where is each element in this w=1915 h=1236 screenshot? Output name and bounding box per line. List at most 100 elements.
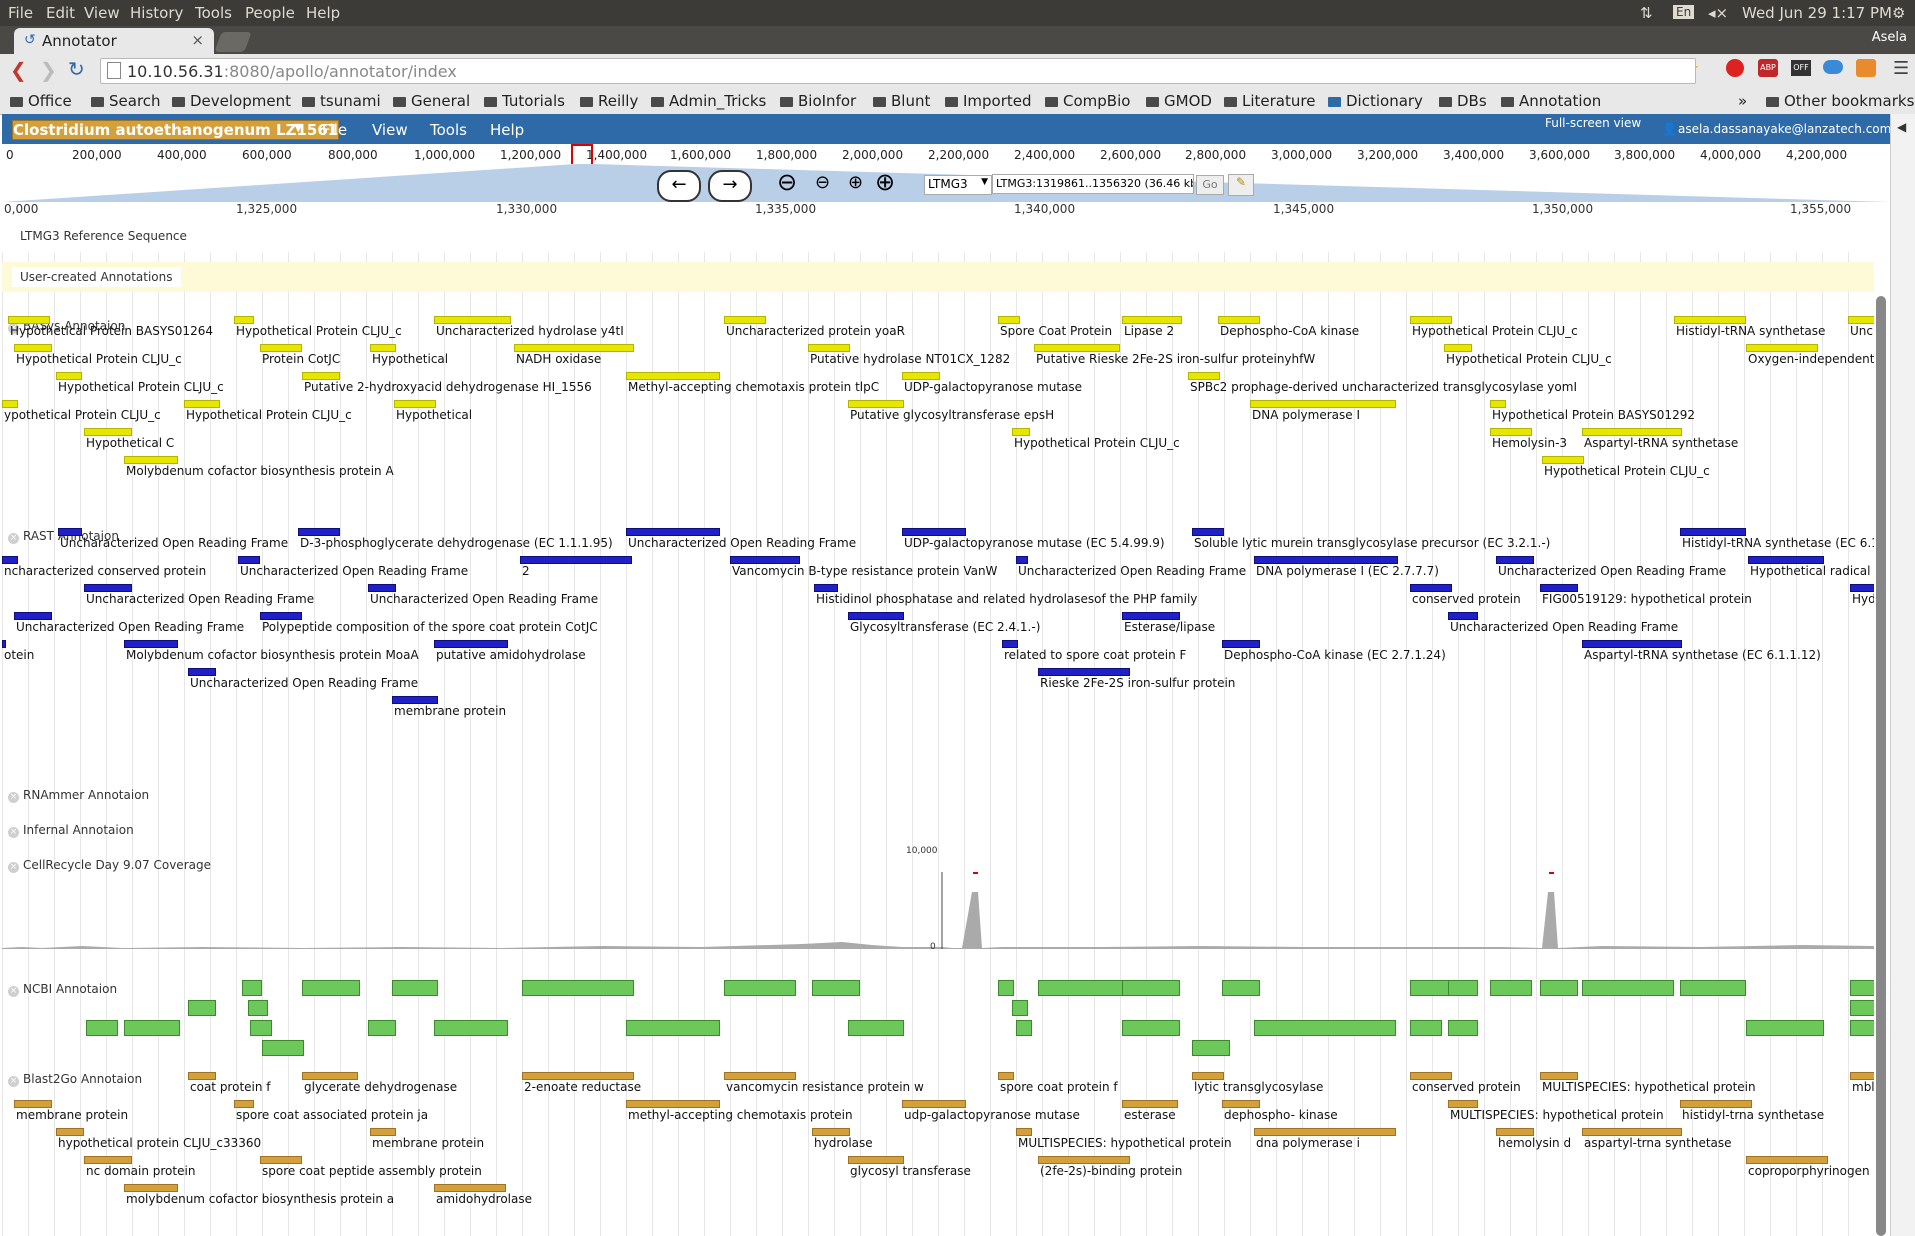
rast-feature[interactable] (1582, 640, 1682, 648)
forward-arrow-icon[interactable]: ❯ (40, 58, 57, 82)
bookmark-general[interactable]: General (393, 92, 470, 110)
rast-feature[interactable] (260, 612, 302, 620)
ncbi-feature[interactable] (1038, 980, 1130, 996)
apollo-menu-tools[interactable]: Tools (430, 121, 467, 139)
basys-feature[interactable] (1848, 316, 1874, 324)
side-panel-collapsed[interactable]: ◀ (1890, 114, 1915, 1236)
basys-feature[interactable] (1188, 372, 1220, 380)
tab-close-icon[interactable]: × (191, 31, 204, 49)
basys-feature[interactable] (1034, 344, 1120, 352)
blast2go-feature[interactable] (1016, 1128, 1032, 1136)
go-button[interactable]: Go (1196, 175, 1224, 195)
blast2go-feature[interactable] (1448, 1100, 1478, 1108)
rast-feature[interactable] (814, 584, 838, 592)
basys-feature[interactable] (184, 400, 220, 408)
apollo-menu-help[interactable]: Help (490, 121, 524, 139)
blast2go-feature[interactable] (124, 1184, 178, 1192)
ncbi-feature[interactable] (724, 980, 796, 996)
extension-badge-icon[interactable] (1856, 59, 1876, 77)
bookmark-gmod[interactable]: GMOD (1146, 92, 1212, 110)
ncbi-feature[interactable] (392, 980, 438, 996)
os-menu-tools[interactable]: Tools (195, 4, 232, 22)
blast2go-feature[interactable] (848, 1156, 904, 1164)
ncbi-feature[interactable] (1680, 980, 1746, 996)
tab-annotator[interactable]: ↺ Annotator × (14, 28, 214, 54)
rast-feature[interactable] (1192, 528, 1224, 536)
volume-icon[interactable]: ◂× (1708, 4, 1728, 22)
ncbi-feature[interactable] (434, 1020, 508, 1036)
blast2go-feature[interactable] (1222, 1100, 1260, 1108)
ncbi-feature[interactable] (1850, 1000, 1874, 1016)
bookmark-reilly[interactable]: Reilly (580, 92, 638, 110)
overview-ruler[interactable]: 0 200,000 400,000 600,000 800,000 1,000,000 1,… (2, 144, 1890, 165)
basys-feature[interactable] (808, 344, 850, 352)
basys-feature[interactable] (14, 344, 52, 352)
cloud-icon[interactable] (1823, 60, 1843, 74)
ncbi-feature[interactable] (242, 980, 262, 996)
rast-feature[interactable] (902, 528, 966, 536)
rast-feature[interactable] (1254, 556, 1398, 564)
blast2go-feature[interactable] (998, 1072, 1014, 1080)
rast-feature[interactable] (848, 612, 904, 620)
bookmark-bioinfor[interactable]: BioInfor (780, 92, 856, 110)
rast-feature[interactable] (1496, 556, 1534, 564)
vertical-scrollbar[interactable] (1876, 296, 1886, 1236)
bookmark-dictionary[interactable]: Dictionary (1328, 92, 1423, 110)
detail-ruler[interactable]: 0,000 1,325,000 1,330,000 1,335,000 1,340,00… (2, 202, 1890, 216)
ncbi-feature[interactable] (1122, 1020, 1180, 1036)
basys-feature[interactable] (260, 344, 302, 352)
location-input[interactable]: LTMG3:1319861..1356320 (36.46 kb) (992, 174, 1194, 194)
rast-feature[interactable] (1016, 556, 1028, 564)
rast-feature[interactable] (520, 556, 632, 564)
ncbi-feature[interactable] (1012, 1000, 1028, 1016)
basys-feature[interactable] (370, 344, 396, 352)
basys-feature[interactable] (626, 372, 720, 380)
blast2go-feature[interactable] (1192, 1072, 1224, 1080)
ncbi-feature[interactable] (250, 1020, 272, 1036)
basys-feature[interactable] (124, 456, 178, 464)
os-menu-edit[interactable]: Edit (46, 4, 75, 22)
ncbi-feature[interactable] (262, 1040, 304, 1056)
basys-feature[interactable] (1012, 428, 1030, 436)
opera-extension-icon[interactable] (1726, 59, 1744, 77)
rast-feature[interactable] (626, 528, 720, 536)
blast2go-feature[interactable] (902, 1100, 966, 1108)
track-area[interactable]: LTMG3 Reference Sequence User-created An… (2, 216, 1874, 1236)
rast-feature[interactable] (2, 640, 6, 648)
rast-feature[interactable] (2, 556, 18, 564)
ncbi-feature[interactable] (188, 1000, 216, 1016)
network-icon[interactable]: ⇅ (1640, 4, 1653, 22)
basys-feature[interactable] (848, 400, 904, 408)
blast2go-feature[interactable] (1038, 1156, 1130, 1164)
basys-feature[interactable] (1218, 316, 1260, 324)
reload-icon[interactable]: ↻ (68, 57, 85, 81)
blast2go-feature[interactable] (434, 1184, 506, 1192)
rast-feature[interactable] (1410, 584, 1452, 592)
blast2go-feature[interactable] (522, 1072, 634, 1080)
blast2go-feature[interactable] (1410, 1072, 1452, 1080)
blast2go-feature[interactable] (1254, 1128, 1396, 1136)
ncbi-feature[interactable] (626, 1020, 720, 1036)
bookmark-development[interactable]: Development (172, 92, 291, 110)
bookmark-compbio[interactable]: CompBio (1045, 92, 1130, 110)
panel-toggle-icon[interactable]: ◀ (1897, 120, 1906, 134)
basys-feature[interactable] (1542, 456, 1584, 464)
pan-right-button[interactable]: → (708, 170, 752, 202)
rast-feature[interactable] (188, 668, 216, 676)
highlight-icon[interactable]: ✎ (1228, 174, 1254, 196)
other-bookmarks[interactable]: Other bookmarks (1766, 92, 1914, 110)
rast-feature[interactable] (124, 640, 178, 648)
ncbi-feature[interactable] (86, 1020, 118, 1036)
basys-feature[interactable] (394, 400, 436, 408)
organism-selector[interactable]: Clostridium autoethanogenum LZ1561 (12, 120, 340, 140)
basys-feature[interactable] (724, 316, 766, 324)
blast2go-feature[interactable] (14, 1100, 52, 1108)
basys-feature[interactable] (234, 316, 254, 324)
bookmark-office[interactable]: Office (10, 92, 72, 110)
ncbi-feature[interactable] (302, 980, 360, 996)
ncbi-feature[interactable] (1448, 980, 1478, 996)
blast2go-feature[interactable] (1746, 1156, 1828, 1164)
rast-feature[interactable] (392, 696, 438, 704)
off-extension-icon[interactable]: OFF (1791, 60, 1811, 76)
rast-feature[interactable] (1222, 640, 1260, 648)
